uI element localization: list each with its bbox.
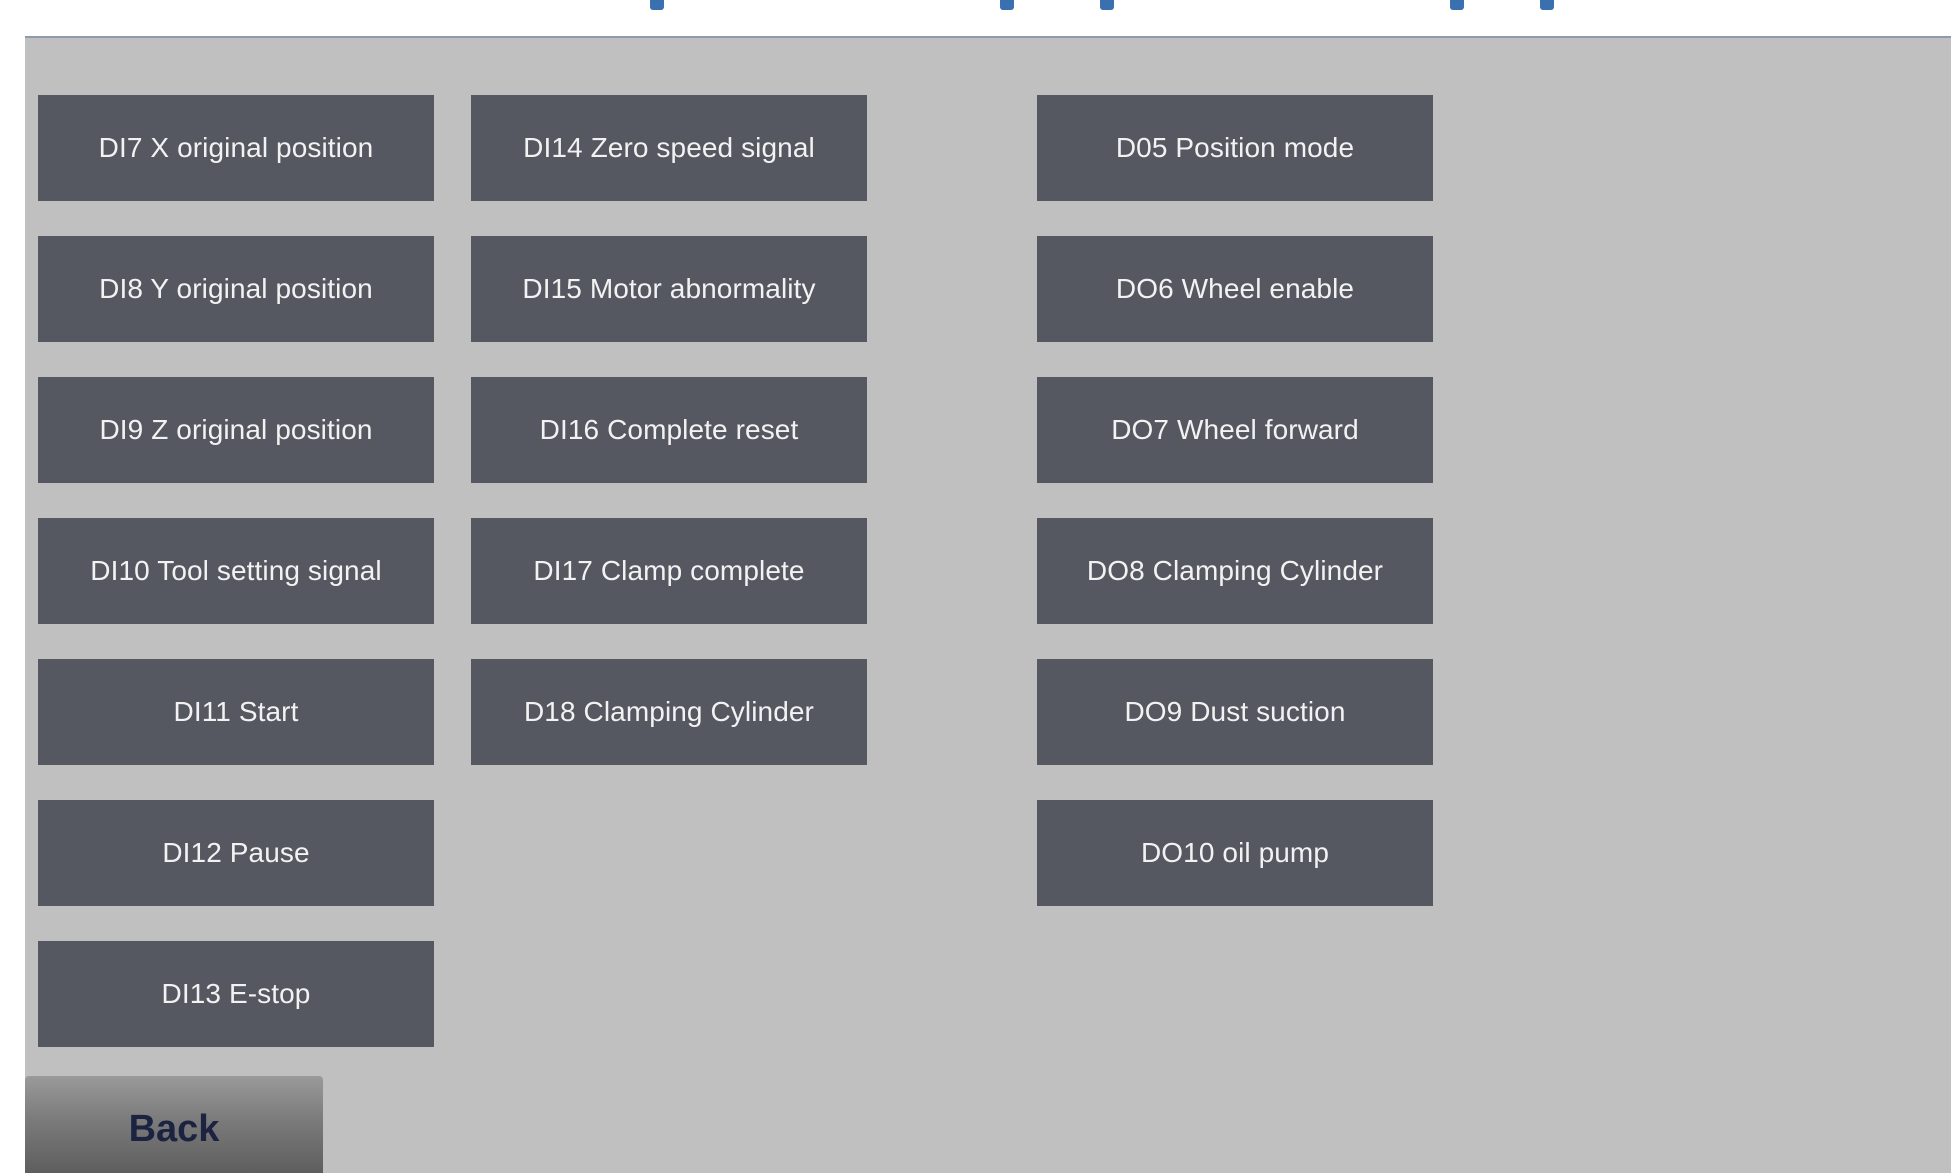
io-button-di9[interactable]: DI9 Z original position xyxy=(38,377,434,483)
io-button-di10[interactable]: DI10 Tool setting signal xyxy=(38,518,434,624)
io-button-di12[interactable]: DI12 Pause xyxy=(38,800,434,906)
io-button-d05[interactable]: D05 Position mode xyxy=(1037,95,1433,201)
io-button-do6[interactable]: DO6 Wheel enable xyxy=(1037,236,1433,342)
io-button-di15[interactable]: DI15 Motor abnormality xyxy=(471,236,867,342)
header-glyph-fragment xyxy=(1540,0,1554,10)
io-button-di17[interactable]: DI17 Clamp complete xyxy=(471,518,867,624)
io-button-do7[interactable]: DO7 Wheel forward xyxy=(1037,377,1433,483)
io-button-di8[interactable]: DI8 Y original position xyxy=(38,236,434,342)
back-button[interactable]: Back xyxy=(25,1076,323,1173)
header-glyph-fragment xyxy=(1100,0,1114,10)
io-button-do9[interactable]: DO9 Dust suction xyxy=(1037,659,1433,765)
io-button-do10[interactable]: DO10 oil pump xyxy=(1037,800,1433,906)
header-glyph-fragment xyxy=(1450,0,1464,10)
io-button-do8[interactable]: DO8 Clamping Cylinder xyxy=(1037,518,1433,624)
io-button-di16[interactable]: DI16 Complete reset xyxy=(471,377,867,483)
io-button-di13[interactable]: DI13 E-stop xyxy=(38,941,434,1047)
io-button-di14[interactable]: DI14 Zero speed signal xyxy=(471,95,867,201)
io-button-d18[interactable]: D18 Clamping Cylinder xyxy=(471,659,867,765)
header-glyph-fragment xyxy=(650,0,664,10)
header-glyph-fragment xyxy=(1000,0,1014,10)
io-button-di11[interactable]: DI11 Start xyxy=(38,659,434,765)
header-strip xyxy=(0,0,1951,36)
io-button-di7[interactable]: DI7 X original position xyxy=(38,95,434,201)
